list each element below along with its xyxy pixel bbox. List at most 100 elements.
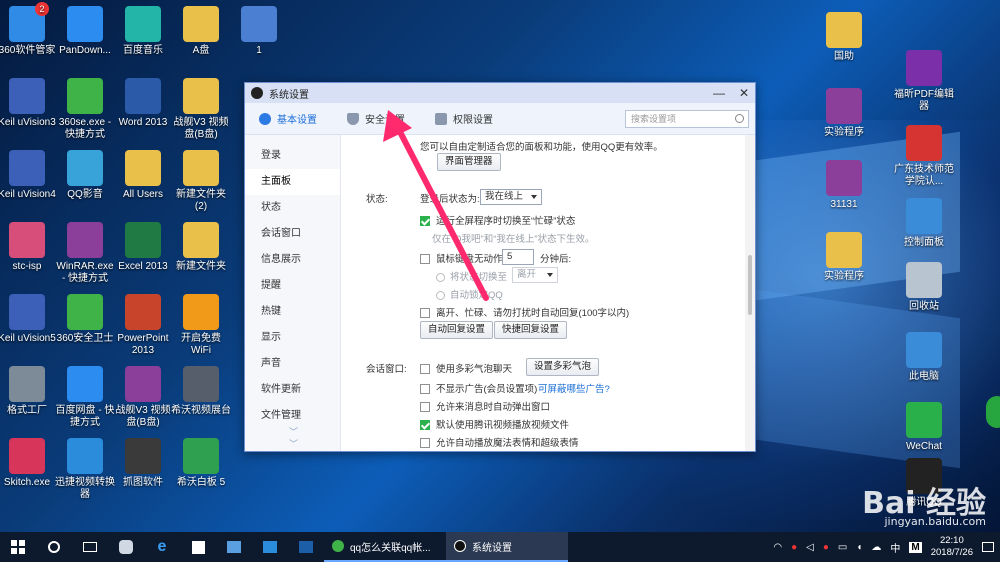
side-widget-icon[interactable]	[986, 396, 1000, 428]
nav-item[interactable]: 声音	[245, 351, 340, 377]
tab-permission-settings[interactable]: 权限设置	[435, 111, 493, 126]
desktop-icon[interactable]: 360安全卫士	[54, 294, 116, 345]
desktop-icon[interactable]: 此电脑	[892, 332, 956, 383]
input-language[interactable]: 中	[890, 540, 900, 555]
fullscreen-busy-checkbox[interactable]	[420, 216, 430, 227]
auto-reply-checkbox[interactable]	[420, 308, 430, 319]
tray-app-icon[interactable]: ●	[791, 542, 797, 553]
desktop-icon[interactable]: 抓图软件	[112, 438, 174, 489]
desktop-icon[interactable]: 回收站	[892, 262, 956, 313]
wifi-icon[interactable]: ◠	[773, 542, 782, 553]
tab-security-settings[interactable]: 安全设置	[347, 111, 405, 126]
desktop-icon[interactable]: 31131	[812, 160, 876, 211]
desktop-icon[interactable]: QQ影音	[54, 150, 116, 201]
multicolor-checkbox[interactable]	[420, 364, 430, 375]
nav-item[interactable]: 会话窗口	[245, 221, 340, 247]
desktop-icon[interactable]: 360se.exe - 快捷方式	[54, 78, 116, 141]
nav-item[interactable]: 热键	[245, 299, 340, 325]
notification-icon[interactable]	[982, 542, 994, 552]
ads-link[interactable]: 可屏蔽哪些广告?	[538, 381, 610, 395]
clock[interactable]: 22:10 2018/7/26	[931, 535, 973, 559]
desktop-icon[interactable]: A盘	[170, 6, 232, 57]
desktop-icon[interactable]: 控制面板	[892, 198, 956, 249]
desktop-icon[interactable]: 实验程序	[812, 232, 876, 283]
login-status-select[interactable]: 我在线上	[480, 189, 542, 205]
desktop-icon[interactable]: 广东技术师范学院认...	[892, 125, 956, 188]
battery-icon[interactable]: ▭	[838, 542, 847, 553]
window-titlebar[interactable]: 系统设置 — ✕	[245, 83, 755, 103]
desktop-icon[interactable]: 希沃白板 5	[170, 438, 232, 489]
taskbar-store[interactable]	[180, 532, 216, 562]
taskbar-pinned-app[interactable]	[288, 532, 324, 562]
close-button[interactable]: ✕	[739, 86, 749, 100]
no-ads-checkbox[interactable]	[420, 384, 430, 395]
start-button[interactable]	[0, 532, 36, 562]
search-button[interactable]	[36, 532, 72, 562]
desktop-icon[interactable]: 格式工厂	[0, 366, 58, 417]
desktop-icon[interactable]: 1	[228, 6, 290, 57]
desktop-icon[interactable]: stc-isp	[0, 222, 58, 273]
desktop-icon[interactable]: 希沃视频展台	[170, 366, 232, 417]
volume-icon[interactable]: ◁	[806, 542, 814, 553]
desktop-icon[interactable]: 福昕PDF编辑器	[892, 50, 956, 113]
taskbar-pinned-app[interactable]	[216, 532, 252, 562]
desktop-icon[interactable]: Keil uVision3	[0, 78, 58, 129]
scrollbar[interactable]	[745, 135, 755, 451]
taskbar-edge[interactable]: e	[144, 532, 180, 562]
desktop-icon[interactable]: 实验程序	[812, 88, 876, 139]
multicolor-settings-button[interactable]: 设置多彩气泡	[526, 358, 600, 376]
speaker-icon[interactable]: ◖	[856, 542, 862, 553]
desktop-icon[interactable]: 新建文件夹	[170, 222, 232, 273]
auto-lock-radio[interactable]	[436, 290, 445, 300]
magic-emoji-checkbox[interactable]	[420, 438, 430, 449]
taskbar-app-settings[interactable]: 系统设置	[446, 532, 568, 562]
desktop-icon[interactable]: Skitch.exe	[0, 438, 58, 489]
desktop-icon[interactable]: 百度音乐	[112, 6, 174, 57]
desktop-icon[interactable]: WeChat	[892, 402, 956, 453]
ime-indicator[interactable]: M	[909, 541, 922, 553]
panel-manager-button[interactable]: 界面管理器	[437, 153, 501, 171]
nav-item[interactable]: 信息展示	[245, 247, 340, 273]
nav-item[interactable]: 软件更新	[245, 377, 340, 403]
tray-app-icon[interactable]: ●	[823, 542, 829, 553]
task-view-button[interactable]	[72, 532, 108, 562]
popup-checkbox[interactable]	[420, 402, 430, 413]
quick-reply-settings-button[interactable]: 快捷回复设置	[494, 321, 568, 339]
desktop-icon[interactable]: PanDown...	[54, 6, 116, 57]
search-input[interactable]: 搜索设置项	[625, 109, 749, 128]
video-checkbox[interactable]	[420, 420, 430, 431]
nav-item[interactable]: 登录	[245, 143, 340, 169]
tab-basic-settings[interactable]: 基本设置	[259, 111, 317, 126]
desktop-icon[interactable]: Keil uVision5	[0, 294, 58, 345]
nav-item[interactable]: 提醒	[245, 273, 340, 299]
desktop-icon[interactable]: PowerPoint 2013	[112, 294, 174, 357]
desktop-icon[interactable]: Word 2013	[112, 78, 174, 129]
chevron-down-icon[interactable]: ﹀	[289, 437, 298, 450]
desktop-icon[interactable]: 战舰V3 视频盘(B盘)	[170, 78, 232, 141]
nav-item[interactable]: 主面板	[245, 169, 340, 195]
desktop-icon[interactable]: WinRAR.exe - 快捷方式	[54, 222, 116, 285]
cloud-tray-icon[interactable]: ☁	[871, 542, 881, 553]
taskbar-pinned-app[interactable]	[252, 532, 288, 562]
idle-checkbox[interactable]	[420, 254, 430, 265]
auto-reply-settings-button[interactable]: 自动回复设置	[420, 321, 494, 339]
desktop-icon[interactable]: 新建文件夹 (2)	[170, 150, 232, 213]
switch-status-select[interactable]: 离开	[512, 267, 558, 283]
minimize-button[interactable]: —	[713, 86, 725, 100]
scrollbar-thumb[interactable]	[748, 255, 752, 315]
desktop-icon[interactable]: 国助	[812, 12, 876, 63]
desktop-icon[interactable]: 百度网盘 - 快捷方式	[54, 366, 116, 429]
nav-item[interactable]: 状态	[245, 195, 340, 221]
desktop-icon[interactable]: 2 360软件管家	[0, 2, 58, 57]
idle-minutes-stepper[interactable]: 5	[502, 249, 534, 265]
desktop-icon[interactable]: Excel 2013	[112, 222, 174, 273]
search-icon[interactable]	[735, 114, 744, 123]
desktop-icon[interactable]: 战舰V3 视频盘(B盘)	[112, 366, 174, 429]
switch-status-radio[interactable]	[436, 272, 445, 282]
desktop-icon[interactable]: 迅捷视频转换器	[54, 438, 116, 501]
nav-item[interactable]: 显示	[245, 325, 340, 351]
taskbar-pinned-app[interactable]	[108, 532, 144, 562]
desktop-icon[interactable]: All Users	[112, 150, 174, 201]
desktop-icon[interactable]: Keil uVision4	[0, 150, 58, 201]
taskbar-app-browser[interactable]: qq怎么关联qq帐...	[324, 532, 446, 562]
